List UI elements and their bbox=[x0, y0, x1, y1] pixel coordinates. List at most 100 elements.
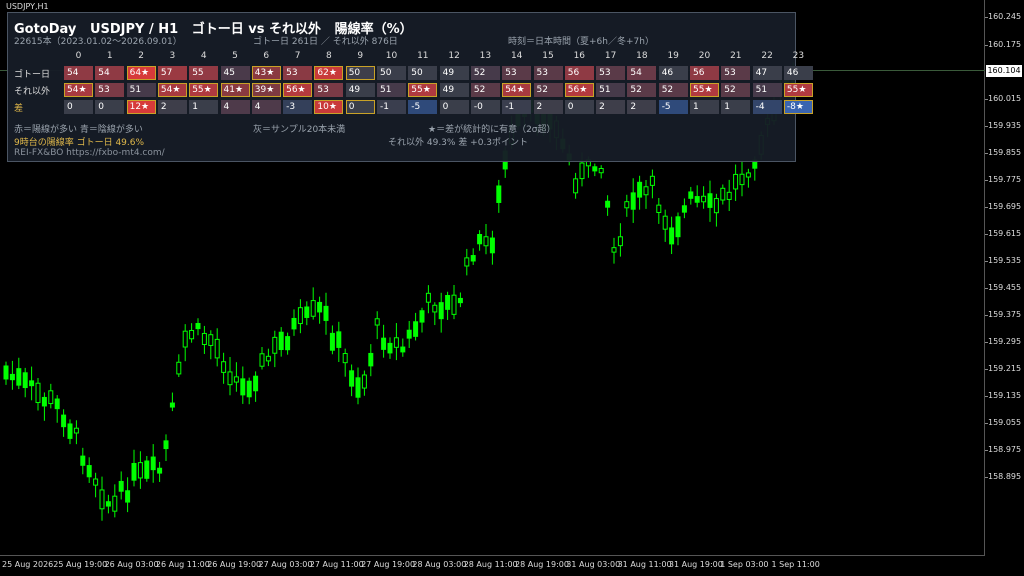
price-tick: 160.245 bbox=[984, 12, 1022, 21]
rate-cell: 55★ bbox=[690, 83, 719, 97]
price-tick: 159.615 bbox=[984, 229, 1022, 238]
rate-cell: 51 bbox=[126, 83, 156, 97]
price-axis[interactable]: 160.245 160.175 160.015 159.935 159.855 159.7… bbox=[984, 0, 1024, 556]
candle-body bbox=[681, 205, 687, 213]
candle-body bbox=[67, 423, 73, 439]
hour-header: 10 bbox=[385, 51, 398, 61]
candle-body bbox=[157, 467, 163, 474]
candle-body bbox=[432, 304, 438, 313]
candle-body bbox=[336, 331, 342, 348]
hour-header: 0 bbox=[75, 51, 82, 61]
candle-body bbox=[720, 187, 726, 201]
time-axis[interactable]: 25 Aug 2026 25 Aug 19:00 26 Aug 03:00 26 Au… bbox=[0, 556, 985, 576]
candle-body bbox=[29, 380, 35, 387]
candle-body bbox=[592, 166, 598, 172]
candle-body bbox=[733, 173, 739, 190]
rate-cell: 52 bbox=[721, 83, 751, 97]
rate-cell: 54★ bbox=[502, 83, 532, 97]
rate-cell: 46 bbox=[658, 66, 688, 80]
candle-body bbox=[406, 329, 412, 339]
candle-body bbox=[112, 495, 118, 512]
rate-cell: 2 bbox=[596, 100, 626, 114]
candle-body bbox=[669, 227, 675, 245]
candle-body bbox=[374, 318, 380, 326]
rate-cell: 53 bbox=[596, 66, 626, 80]
candle-body bbox=[739, 173, 745, 186]
candle-body bbox=[201, 332, 207, 345]
time-tick: 27 Aug 03:00 bbox=[258, 560, 313, 569]
hour-header: 1 bbox=[106, 51, 113, 61]
time-tick: 28 Aug 11:00 bbox=[463, 560, 518, 569]
candle-body bbox=[208, 334, 214, 346]
candle-body bbox=[701, 195, 707, 203]
rate-cell: 57 bbox=[157, 66, 187, 80]
hour-header: 15 bbox=[542, 51, 554, 61]
candle-body bbox=[240, 378, 246, 396]
candle-body bbox=[265, 355, 271, 362]
price-tick: 159.295 bbox=[984, 337, 1022, 346]
candle-body bbox=[470, 255, 476, 262]
candle-body bbox=[150, 456, 156, 471]
rate-cell: 51 bbox=[377, 83, 406, 97]
price-tick: 159.775 bbox=[984, 175, 1022, 184]
candle-body bbox=[617, 236, 623, 247]
candle-body bbox=[3, 365, 9, 380]
hour-header: 23 bbox=[792, 51, 805, 61]
rate-cell: 12★ bbox=[126, 100, 156, 114]
candle-body bbox=[22, 372, 28, 389]
time-tick: 26 Aug 19:00 bbox=[207, 560, 262, 569]
highlight-hour: 9時台の陽線率 ゴトー日 49.6% bbox=[14, 138, 145, 148]
candle-body bbox=[745, 172, 751, 178]
rate-cell: 2 bbox=[157, 100, 187, 114]
candle-body bbox=[637, 181, 643, 198]
rate-cell: 52 bbox=[470, 66, 500, 80]
rate-cell: 49 bbox=[439, 66, 469, 80]
rate-cell: 0 bbox=[564, 100, 594, 114]
rate-cell: 46 bbox=[783, 66, 813, 80]
rate-cell: 55★ bbox=[189, 83, 219, 97]
price-tick: 158.975 bbox=[984, 445, 1022, 454]
time-tick: 1 Sep 11:00 bbox=[771, 560, 820, 569]
bar-count: 22615本（2023.01.02〜2026.09.01） bbox=[14, 37, 182, 47]
rate-cell: 41★ bbox=[220, 83, 250, 97]
candle-body bbox=[368, 352, 374, 367]
rate-cell: 53 bbox=[95, 83, 125, 97]
footer-link[interactable]: REI-FX&BO https://fxbo-mt4.com/ bbox=[14, 148, 165, 158]
time-tick: 25 Aug 2026 bbox=[2, 560, 54, 569]
hour-header: 5 bbox=[232, 51, 238, 61]
candle-body bbox=[105, 501, 111, 507]
candle-body bbox=[259, 353, 265, 367]
rate-cell: -1 bbox=[377, 100, 406, 114]
hour-header: 14 bbox=[510, 51, 523, 61]
hour-header: 2 bbox=[138, 51, 144, 61]
candle-body bbox=[285, 336, 291, 351]
hour-header: 17 bbox=[604, 51, 617, 61]
rate-cell: 0 bbox=[345, 100, 375, 114]
candle-body bbox=[630, 192, 636, 210]
highlight-other: それ以外 49.3% 差 +0.3ポイント bbox=[388, 138, 529, 148]
rate-cell: 0 bbox=[95, 100, 125, 114]
time-tick: 1 Sep 03:00 bbox=[720, 560, 769, 569]
rate-cell: -5 bbox=[658, 100, 688, 114]
time-tick: 28 Aug 19:00 bbox=[515, 560, 569, 569]
legend-gray: 灰＝サンプル20本未満 bbox=[253, 125, 346, 135]
rate-cell: 55★ bbox=[783, 83, 813, 97]
rate-cell: -3 bbox=[283, 100, 313, 114]
candle-body bbox=[707, 193, 713, 208]
candle-body bbox=[579, 162, 585, 180]
candle-body bbox=[688, 191, 694, 199]
hour-header: 7 bbox=[294, 51, 301, 61]
candle-body bbox=[342, 353, 348, 364]
candle-body bbox=[272, 336, 278, 354]
rate-cell: 49 bbox=[439, 83, 469, 97]
candle-body bbox=[163, 440, 169, 450]
rate-cell: 0 bbox=[439, 100, 469, 114]
hour-header: 8 bbox=[326, 51, 332, 61]
candle-body bbox=[598, 167, 604, 174]
price-tick: 159.855 bbox=[984, 148, 1022, 157]
hour-header: 3 bbox=[169, 51, 176, 61]
hour-header: 22 bbox=[761, 51, 773, 61]
candle-body bbox=[489, 237, 495, 254]
price-tick: 160.015 bbox=[984, 94, 1022, 103]
candle-body bbox=[304, 306, 310, 318]
